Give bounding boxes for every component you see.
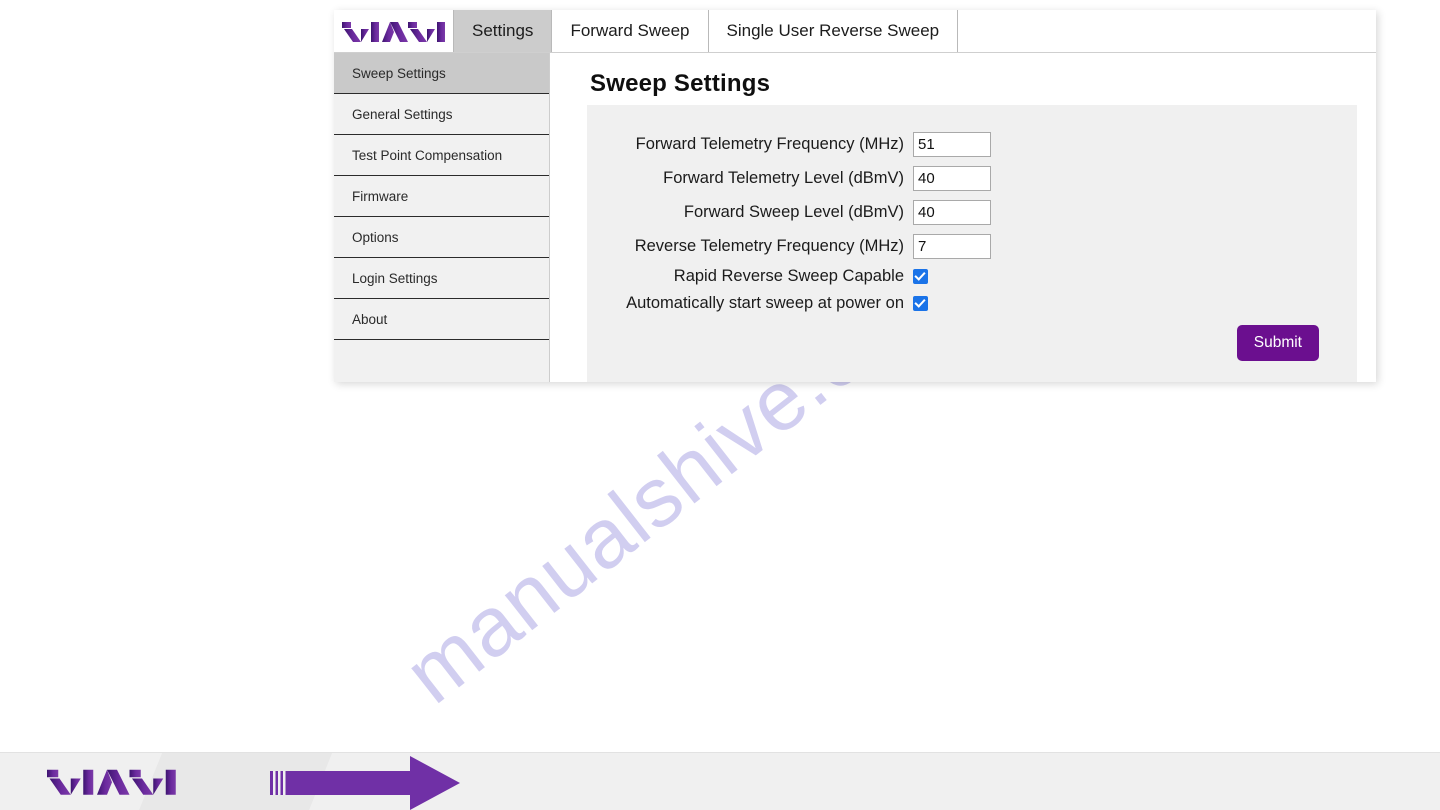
field-row-auto-start-sweep: Automatically start sweep at power on [587, 290, 1357, 317]
sidebar-filler [334, 340, 549, 381]
sidebar-item-label: About [352, 311, 388, 327]
tab-bar: Settings Forward Sweep Single User Rever… [334, 10, 1376, 53]
tab-single-user-reverse-sweep[interactable]: Single User Reverse Sweep [708, 10, 959, 52]
field-row-forward-telemetry-frequency: Forward Telemetry Frequency (MHz) [587, 127, 1357, 161]
sidebar-item-label: Options [352, 229, 399, 245]
sidebar-item-label: Firmware [352, 188, 409, 204]
tab-settings[interactable]: Settings [454, 10, 553, 52]
form-rows: Forward Telemetry Frequency (MHz) Forwar… [587, 127, 1357, 317]
footer-viavi-logo [47, 769, 176, 795]
sidebar-item-about[interactable]: About [334, 299, 549, 340]
sidebar-item-firmware[interactable]: Firmware [334, 176, 549, 217]
tab-single-user-reverse-sweep-label: Single User Reverse Sweep [726, 21, 940, 40]
page-body: Sweep Settings General Settings Test Poi… [334, 53, 1376, 382]
auto-start-sweep-checkbox[interactable] [913, 296, 928, 311]
viavi-logo [341, 22, 445, 42]
tab-settings-label: Settings [472, 21, 534, 40]
tab-forward-sweep-label: Forward Sweep [570, 21, 690, 40]
field-row-rapid-reverse-sweep-capable: Rapid Reverse Sweep Capable [587, 263, 1357, 290]
rapid-reverse-sweep-capable-checkbox[interactable] [913, 269, 928, 284]
field-label: Forward Sweep Level (dBmV) [683, 202, 904, 221]
purple-arrow-icon [270, 756, 460, 810]
sidebar-item-test-point-compensation[interactable]: Test Point Compensation [334, 135, 549, 176]
web-ui-panel: Settings Forward Sweep Single User Rever… [334, 10, 1376, 382]
sweep-settings-form: Forward Telemetry Frequency (MHz) Forwar… [587, 105, 1357, 382]
page-title: Sweep Settings [590, 70, 771, 97]
sidebar-item-label: Test Point Compensation [352, 147, 503, 163]
field-label: Forward Telemetry Frequency (MHz) [635, 134, 904, 153]
sidebar-item-options[interactable]: Options [334, 217, 549, 258]
tab-forward-sweep[interactable]: Forward Sweep [552, 10, 709, 52]
sidebar-item-label: Login Settings [352, 270, 438, 286]
field-row-reverse-telemetry-frequency: Reverse Telemetry Frequency (MHz) [587, 229, 1357, 263]
sidebar-item-general-settings[interactable]: General Settings [334, 94, 549, 135]
forward-telemetry-frequency-input[interactable] [913, 131, 991, 157]
footer-bar [0, 752, 1440, 810]
submit-button[interactable]: Submit [1236, 325, 1319, 361]
field-row-forward-telemetry-level: Forward Telemetry Level (dBmV) [587, 161, 1357, 195]
sidebar: Sweep Settings General Settings Test Poi… [334, 53, 550, 382]
field-label: Rapid Reverse Sweep Capable [673, 267, 904, 285]
sidebar-item-label: Sweep Settings [352, 65, 446, 81]
sidebar-item-login-settings[interactable]: Login Settings [334, 258, 549, 299]
brand-logo-cell [334, 10, 454, 52]
sidebar-item-sweep-settings[interactable]: Sweep Settings [334, 53, 549, 94]
field-label: Automatically start sweep at power on [626, 294, 904, 312]
field-label: Forward Telemetry Level (dBmV) [663, 168, 904, 187]
main-content: Sweep Settings Forward Telemetry Frequen… [551, 53, 1376, 382]
reverse-telemetry-frequency-input[interactable] [913, 233, 991, 259]
field-label: Reverse Telemetry Frequency (MHz) [634, 236, 904, 255]
forward-sweep-level-input[interactable] [913, 199, 991, 225]
field-row-forward-sweep-level: Forward Sweep Level (dBmV) [587, 195, 1357, 229]
screen-root: manualshive.com Settings Forward Sweep S… [0, 0, 1440, 810]
sidebar-item-label: General Settings [352, 106, 453, 122]
forward-telemetry-level-input[interactable] [913, 165, 991, 191]
